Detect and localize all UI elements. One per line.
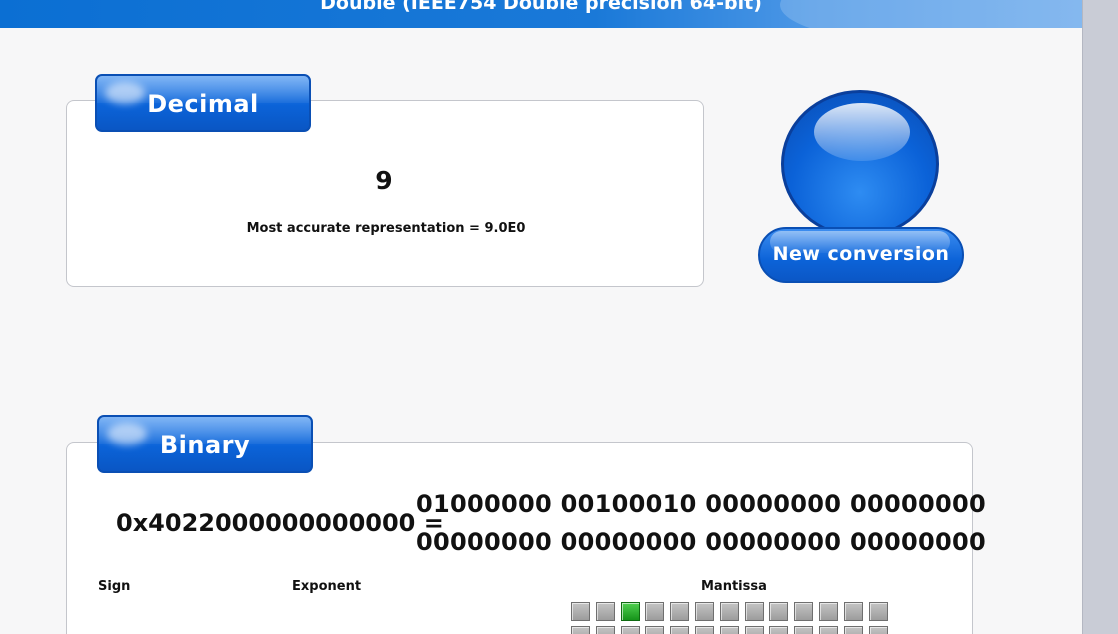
binary-tab-label: Binary <box>159 431 251 459</box>
mantissa-bit-toggle[interactable] <box>596 626 615 634</box>
hex-value: 0x4022000000000000 = <box>116 509 444 537</box>
mantissa-bit-toggle[interactable] <box>819 626 838 634</box>
decimal-tab-label: Decimal <box>147 90 259 118</box>
mantissa-bit-toggle[interactable] <box>596 602 615 621</box>
mantissa-bit-toggle[interactable] <box>645 602 664 621</box>
decimal-value: 9 <box>375 166 393 195</box>
mantissa-bit-toggle[interactable] <box>670 602 689 621</box>
sign-label: Sign <box>98 579 131 594</box>
mantissa-bit-toggle[interactable] <box>645 626 664 634</box>
new-conversion-button[interactable]: New conversion <box>758 88 968 288</box>
mantissa-bit-toggle[interactable] <box>695 626 714 634</box>
mantissa-bit-toggle[interactable] <box>769 602 788 621</box>
mantissa-bit-toggle[interactable] <box>794 602 813 621</box>
mantissa-bit-toggle[interactable] <box>695 602 714 621</box>
binary-line-1: 01000000 00100010 00000000 00000000 <box>416 490 986 518</box>
mantissa-label: Mantissa <box>701 579 767 594</box>
decimal-tab: Decimal <box>95 74 311 132</box>
mantissa-bit-toggle[interactable] <box>869 602 888 621</box>
mantissa-bit-toggle[interactable] <box>670 626 689 634</box>
page-title: Double (IEEE754 Double precision 64-bit) <box>320 0 762 14</box>
mantissa-bit-toggle[interactable] <box>571 626 590 634</box>
mantissa-bit-toggle[interactable] <box>720 602 739 621</box>
binary-tab: Binary <box>97 415 313 473</box>
accurate-representation: Most accurate representation = 9.0E0 <box>246 221 526 236</box>
mantissa-bit-toggle[interactable] <box>720 626 739 634</box>
mantissa-bit-toggle[interactable] <box>844 602 863 621</box>
header-bar: Double (IEEE754 Double precision 64-bit) <box>0 0 1082 28</box>
mantissa-bit-toggle[interactable] <box>745 626 764 634</box>
mantissa-bit-toggle[interactable] <box>621 602 640 621</box>
new-conversion-pill[interactable]: New conversion <box>758 227 964 283</box>
mantissa-bit-toggle[interactable] <box>844 626 863 634</box>
mantissa-bit-toggle[interactable] <box>794 626 813 634</box>
converter-page: Double (IEEE754 Double precision 64-bit)… <box>0 0 1118 634</box>
mantissa-bit-toggle[interactable] <box>745 602 764 621</box>
mantissa-bit-toggle[interactable] <box>769 626 788 634</box>
new-conversion-label: New conversion <box>772 243 950 265</box>
binary-line-2: 00000000 00000000 00000000 00000000 <box>416 528 986 556</box>
exponent-label: Exponent <box>292 579 362 594</box>
scrollbar[interactable] <box>1082 0 1118 634</box>
mantissa-bit-toggle[interactable] <box>869 626 888 634</box>
mantissa-bit-toggle[interactable] <box>571 602 590 621</box>
mantissa-bit-toggle[interactable] <box>819 602 838 621</box>
orb-icon[interactable] <box>781 90 939 238</box>
mantissa-bit-toggle[interactable] <box>621 626 640 634</box>
